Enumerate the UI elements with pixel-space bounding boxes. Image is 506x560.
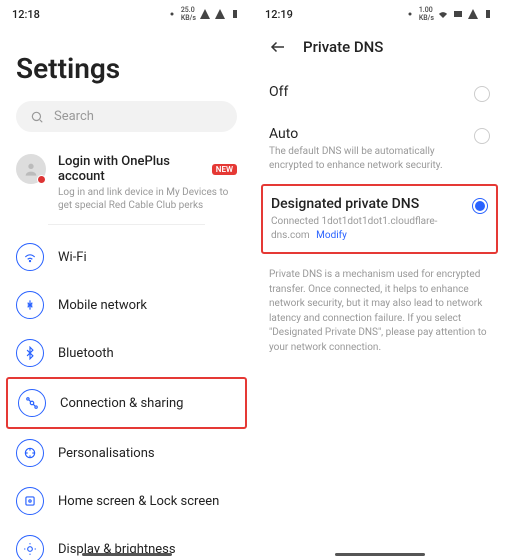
nav-indicator <box>335 553 425 556</box>
header-row: Private DNS <box>253 28 506 72</box>
menu-label: Mobile network <box>58 298 147 313</box>
option-label: Off <box>269 84 462 100</box>
login-row[interactable]: Login with OnePlus account NEW Log in an… <box>0 148 253 224</box>
login-subtitle: Log in and link device in My Devices to … <box>58 186 237 212</box>
avatar <box>16 154 46 184</box>
status-time: 12:18 <box>12 8 40 21</box>
option-designated-dns[interactable]: Designated private DNS Connected 1dot1do… <box>263 186 496 252</box>
connection-sharing-icon <box>18 389 46 417</box>
highlight-connection-sharing: Connection & sharing <box>6 377 247 429</box>
wifi-icon <box>16 243 44 271</box>
search-input[interactable]: Search <box>16 101 237 132</box>
private-dns-screen: 12:19 1.00KB/s Private DNS Off Auto The … <box>253 0 506 560</box>
status-bar: 12:19 1.00KB/s <box>253 0 506 28</box>
new-badge: NEW <box>212 164 237 175</box>
option-off[interactable]: Off <box>253 72 506 114</box>
back-arrow-icon[interactable] <box>269 38 287 56</box>
status-bar: 12:18 25.0KB/s <box>0 0 253 28</box>
menu-label: Wi-Fi <box>58 250 87 265</box>
option-label: Designated private DNS <box>271 196 460 212</box>
page-title: Settings <box>0 28 253 101</box>
option-sub: The default DNS will be automatically en… <box>269 145 462 172</box>
radio-designated[interactable] <box>472 198 488 214</box>
radio-off[interactable] <box>474 86 490 102</box>
menu-label: Bluetooth <box>58 346 114 361</box>
option-auto[interactable]: Auto The default DNS will be automatical… <box>253 114 506 184</box>
status-time: 12:19 <box>265 8 293 21</box>
radio-auto[interactable] <box>474 128 490 144</box>
highlight-designated-dns: Designated private DNS Connected 1dot1do… <box>261 184 498 254</box>
settings-screen: 12:18 25.0KB/s Settings Search Login wit… <box>0 0 253 560</box>
personalisations-icon <box>16 439 44 467</box>
brightness-icon <box>16 535 44 560</box>
home-screen-icon <box>16 487 44 515</box>
status-icons: 1.00KB/s <box>404 6 494 22</box>
status-icons: 25.0KB/s <box>166 6 241 22</box>
search-placeholder: Search <box>54 109 94 124</box>
menu-item-wifi[interactable]: Wi-Fi <box>0 233 253 281</box>
helper-text: Private DNS is a mechanism used for encr… <box>253 254 506 369</box>
menu-label: Personalisations <box>58 446 155 461</box>
modify-link[interactable]: Modify <box>316 230 347 241</box>
nav-indicator <box>82 553 172 556</box>
login-title: Login with OnePlus account <box>58 154 206 184</box>
header-title: Private DNS <box>303 38 383 56</box>
menu-item-bluetooth[interactable]: Bluetooth <box>0 329 253 377</box>
bluetooth-icon <box>16 339 44 367</box>
divider <box>48 224 205 225</box>
menu-label: Connection & sharing <box>60 396 183 411</box>
option-sub: Connected 1dot1dot1dot1.cloudflare-dns.c… <box>271 215 460 242</box>
search-icon <box>30 110 44 124</box>
menu-item-mobile-network[interactable]: Mobile network <box>0 281 253 329</box>
option-label: Auto <box>269 126 462 142</box>
menu-item-personalisations[interactable]: Personalisations <box>0 429 253 477</box>
menu-item-connection-sharing[interactable]: Connection & sharing <box>8 379 245 427</box>
mobile-network-icon <box>16 291 44 319</box>
notification-dot-icon <box>37 175 46 184</box>
menu-item-home-lock-screen[interactable]: Home screen & Lock screen <box>0 477 253 525</box>
menu-label: Home screen & Lock screen <box>58 494 219 509</box>
